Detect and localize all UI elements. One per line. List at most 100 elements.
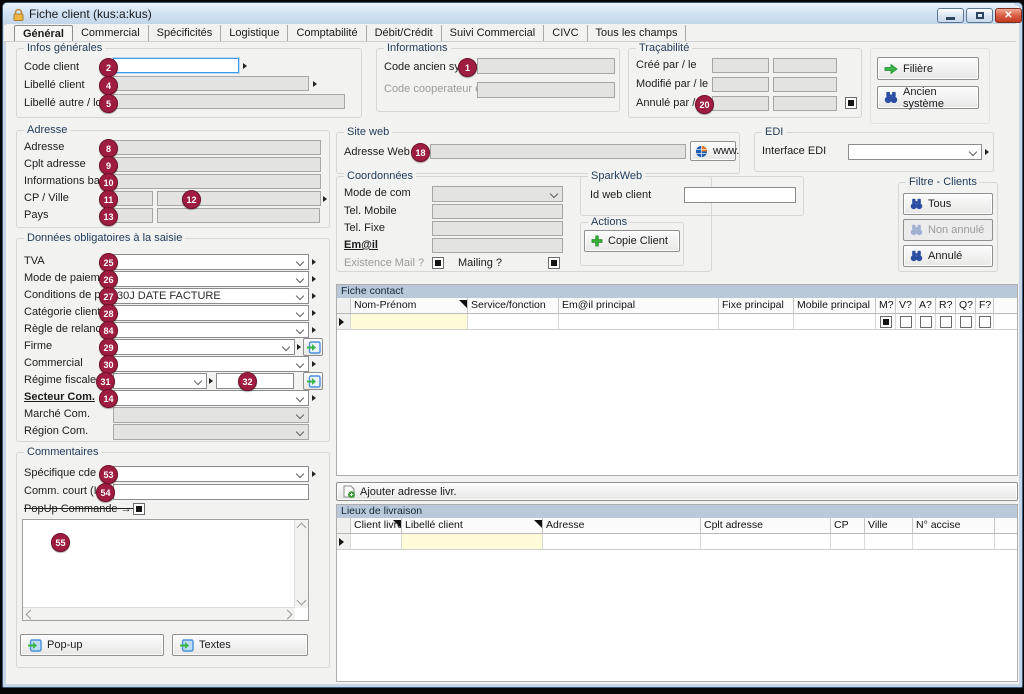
r-checkbox[interactable] xyxy=(940,316,952,328)
cell-f-checkbox[interactable] xyxy=(976,314,994,329)
cell-q-checkbox[interactable] xyxy=(956,314,976,329)
existence-mail-checkbox[interactable] xyxy=(432,257,444,269)
cell-email-principal[interactable] xyxy=(559,314,719,329)
tab-specificites[interactable]: Spécificités xyxy=(149,25,222,41)
commercial-label: Commercial xyxy=(24,356,83,371)
tva-dropdown[interactable] xyxy=(113,254,309,270)
mode-de-paiement-dropdown[interactable] xyxy=(113,271,309,287)
column-header-fixe-principal[interactable]: Fixe principal xyxy=(719,298,794,313)
regime-fiscale-dropdown[interactable] xyxy=(113,373,207,389)
regime-open-button[interactable] xyxy=(303,372,323,390)
firme-dropdown[interactable] xyxy=(113,339,295,355)
column-header-numero-accise[interactable]: N° accise xyxy=(913,518,995,533)
close-button[interactable]: ✕ xyxy=(995,8,1022,23)
column-header-cplt-adresse[interactable]: Cplt adresse xyxy=(701,518,831,533)
ajouter-adresse-livr-button[interactable]: Ajouter adresse livr. xyxy=(336,482,1018,501)
secteur-com-dropdown[interactable] xyxy=(113,390,309,406)
interface-edi-dropdown[interactable] xyxy=(848,144,982,160)
cell-ville[interactable] xyxy=(865,534,913,549)
tab-suivi-commercial[interactable]: Suivi Commercial xyxy=(442,25,545,41)
column-header-v[interactable]: V? xyxy=(896,298,916,313)
maximize-button[interactable] xyxy=(966,8,993,23)
column-header-mobile-principal[interactable]: Mobile principal xyxy=(794,298,876,313)
f-checkbox[interactable] xyxy=(979,316,991,328)
column-header-f[interactable]: F? xyxy=(976,298,994,313)
popup-commande-checkbox[interactable] xyxy=(133,503,145,515)
tab-general[interactable]: Général xyxy=(14,25,73,41)
secteur-com-label[interactable]: Secteur Com. xyxy=(24,390,95,405)
column-header-m[interactable]: M? xyxy=(876,298,896,313)
column-header-cp[interactable]: CP xyxy=(831,518,865,533)
column-header-adresse[interactable]: Adresse xyxy=(543,518,701,533)
column-header-a[interactable]: A? xyxy=(916,298,936,313)
title-bar[interactable]: Fiche client (kus:a:kus) ✕ xyxy=(3,3,1016,24)
comm-court-field[interactable] xyxy=(113,484,309,500)
a-checkbox[interactable] xyxy=(920,316,932,328)
mailing-checkbox[interactable] xyxy=(548,257,560,269)
scroll-down-icon xyxy=(297,596,307,606)
cell-a-checkbox[interactable] xyxy=(916,314,936,329)
horizontal-scrollbar[interactable] xyxy=(23,607,295,620)
id-web-client-field[interactable] xyxy=(684,187,796,203)
column-header-libelle-client[interactable]: Libellé client xyxy=(402,518,543,533)
copie-client-button[interactable]: Copie Client xyxy=(584,230,680,252)
specifique-cde-dropdown[interactable] xyxy=(113,466,309,482)
callout-badge-5: 5 xyxy=(99,94,118,113)
pays-code-field xyxy=(113,208,153,223)
ancien-systeme-button[interactable]: Ancien système xyxy=(877,86,979,109)
categorie-client-dropdown[interactable] xyxy=(113,305,309,321)
minimize-button[interactable] xyxy=(937,8,964,23)
commercial-dropdown[interactable] xyxy=(113,356,309,372)
cell-client-livre[interactable] xyxy=(351,534,402,549)
cell-nom-prenom[interactable] xyxy=(351,314,468,329)
cell-cp[interactable] xyxy=(831,534,865,549)
filtre-annule-button[interactable]: Annulé xyxy=(903,245,993,267)
mode-de-com-dropdown[interactable] xyxy=(432,186,563,202)
column-header-ville[interactable]: Ville xyxy=(865,518,913,533)
row-selector-cell[interactable] xyxy=(337,314,351,329)
cell-v-checkbox[interactable] xyxy=(896,314,916,329)
filiere-button[interactable]: Filière xyxy=(877,57,979,80)
column-header-nom-prenom[interactable]: Nom-Prénom xyxy=(351,298,468,313)
email-label[interactable]: Em@il xyxy=(344,238,378,253)
cell-fixe-principal[interactable] xyxy=(719,314,794,329)
textes-button[interactable]: Textes xyxy=(172,634,308,656)
cell-adresse[interactable] xyxy=(543,534,701,549)
column-header-q[interactable]: Q? xyxy=(956,298,976,313)
v-checkbox[interactable] xyxy=(900,316,912,328)
code-client-field[interactable] xyxy=(113,58,239,73)
tab-tous-les-champs[interactable]: Tous les champs xyxy=(588,25,687,41)
row-selector-cell[interactable] xyxy=(337,534,351,549)
column-header-r[interactable]: R? xyxy=(936,298,956,313)
tab-logistique[interactable]: Logistique xyxy=(221,25,288,41)
tab-commercial[interactable]: Commercial xyxy=(73,25,149,41)
regle-de-relance-dropdown[interactable] xyxy=(113,322,309,338)
column-header-service-fonction[interactable]: Service/fonction xyxy=(468,298,559,313)
filtre-tous-button[interactable]: Tous xyxy=(903,193,993,215)
cell-m-checkbox[interactable] xyxy=(876,314,896,329)
group-title: Actions xyxy=(588,216,630,229)
annule-checkbox[interactable] xyxy=(845,97,857,109)
www-label: www. xyxy=(713,145,739,157)
column-header-client-livre[interactable]: Client livré xyxy=(351,518,402,533)
m-checkbox[interactable] xyxy=(880,316,892,328)
tab-civc[interactable]: CIVC xyxy=(544,25,587,41)
column-header-email-principal[interactable]: Em@il principal xyxy=(559,298,719,313)
q-checkbox[interactable] xyxy=(960,316,972,328)
cell-numero-accise[interactable] xyxy=(913,534,995,549)
tab-comptabilite[interactable]: Comptabilité xyxy=(288,25,366,41)
cell-mobile-principal[interactable] xyxy=(794,314,876,329)
cell-libelle-client[interactable] xyxy=(402,534,543,549)
firme-open-button[interactable] xyxy=(303,338,323,356)
binoculars-icon xyxy=(910,250,923,262)
field-flag-marker xyxy=(312,361,316,367)
vertical-scrollbar[interactable] xyxy=(294,520,308,608)
conditions-de-paiement-dropdown[interactable]: 30J DATE FACTURE xyxy=(113,288,309,304)
cp-ville-label: CP / Ville xyxy=(24,191,69,206)
cell-service-fonction[interactable] xyxy=(468,314,559,329)
www-button[interactable]: www. xyxy=(690,141,736,161)
popup-button[interactable]: Pop-up xyxy=(20,634,164,656)
cell-cplt-adresse[interactable] xyxy=(701,534,831,549)
tab-debit-credit[interactable]: Débit/Crédit xyxy=(367,25,442,41)
cell-r-checkbox[interactable] xyxy=(936,314,956,329)
